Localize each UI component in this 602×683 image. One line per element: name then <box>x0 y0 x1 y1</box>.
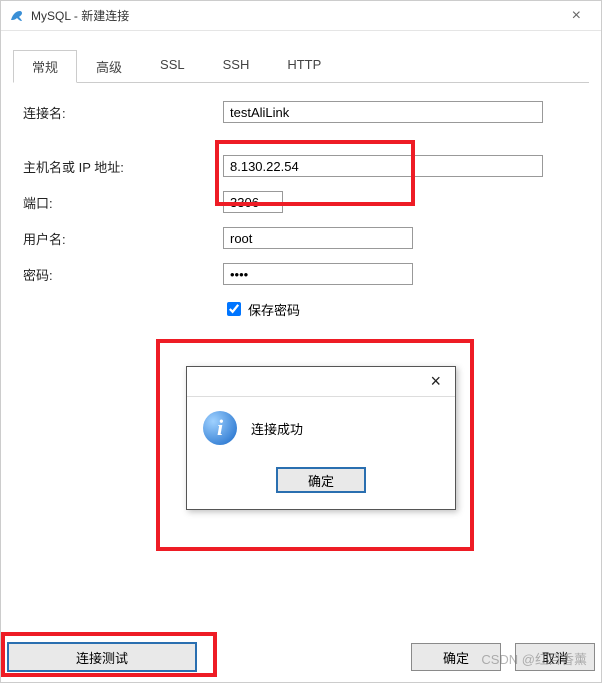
label-user: 用户名: <box>23 229 223 248</box>
tab-bar: 常规 高级 SSL SSH HTTP <box>13 49 589 83</box>
tab-general[interactable]: 常规 <box>13 50 77 83</box>
label-host: 主机名或 IP 地址: <box>23 157 223 176</box>
connection-name-input[interactable] <box>223 101 543 123</box>
cancel-button[interactable]: 取消 <box>515 643 595 671</box>
username-input[interactable] <box>223 227 413 249</box>
window-close-button[interactable]: × <box>560 7 593 25</box>
label-port: 端口: <box>23 193 223 212</box>
host-input[interactable] <box>223 155 543 177</box>
save-password-checkbox[interactable] <box>227 302 241 316</box>
tab-http[interactable]: HTTP <box>268 50 340 83</box>
window-title: MySQL - 新建连接 <box>31 7 129 24</box>
test-connection-button[interactable]: 连接测试 <box>7 642 197 672</box>
label-password: 密码: <box>23 265 223 284</box>
result-dialog-titlebar: × <box>187 367 455 397</box>
tab-ssh[interactable]: SSH <box>204 50 269 83</box>
result-message: 连接成功 <box>251 419 303 438</box>
bottom-bar: 连接测试 确定 取消 <box>1 642 601 672</box>
form: 连接名: 主机名或 IP 地址: 端口: 用户名: 密码: 保存密码 <box>1 83 601 351</box>
tab-advanced[interactable]: 高级 <box>77 50 141 83</box>
ok-button[interactable]: 确定 <box>411 643 501 671</box>
result-dialog: × i 连接成功 确定 <box>186 366 456 510</box>
result-close-button[interactable]: × <box>424 371 447 392</box>
port-input[interactable] <box>223 191 283 213</box>
result-ok-button[interactable]: 确定 <box>276 467 366 493</box>
dialog-window: MySQL - 新建连接 × 常规 高级 SSL SSH HTTP 连接名: 主… <box>0 0 602 683</box>
info-icon: i <box>203 411 237 445</box>
label-connection-name: 连接名: <box>23 103 223 122</box>
mysql-icon <box>9 8 25 24</box>
tab-ssl[interactable]: SSL <box>141 50 204 83</box>
password-input[interactable] <box>223 263 413 285</box>
titlebar: MySQL - 新建连接 × <box>1 1 601 31</box>
label-save-password: 保存密码 <box>248 300 300 319</box>
